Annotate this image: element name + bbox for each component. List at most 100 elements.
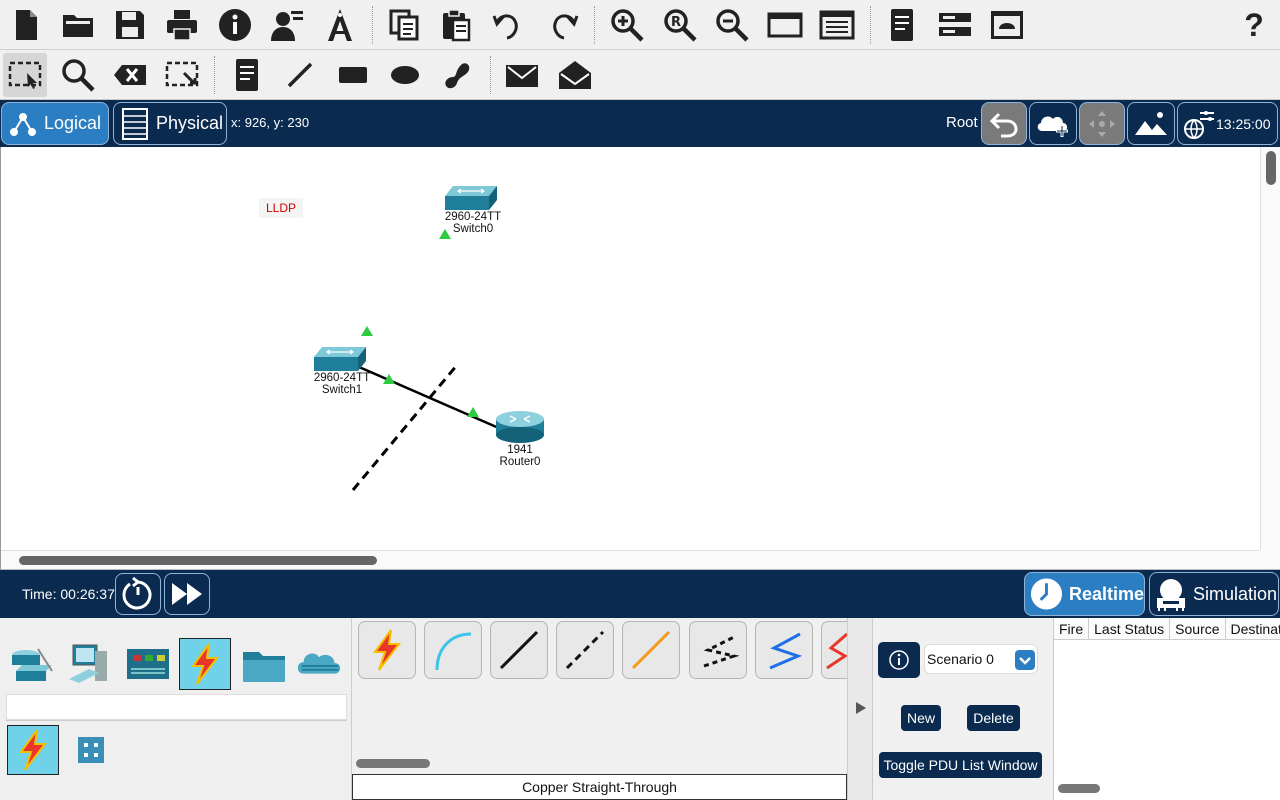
switch-icon[interactable] [445,186,497,210]
column-header-fire[interactable]: Fire [1054,618,1090,639]
back-button[interactable] [981,102,1027,145]
copper-cross-over-icon[interactable] [556,621,614,679]
help-icon[interactable]: ? [1232,3,1276,47]
multiuser-connection-icon[interactable] [294,638,346,690]
copy-icon[interactable] [382,3,426,47]
automatic-connection-icon[interactable] [358,621,416,679]
switch-icon[interactable] [314,347,366,371]
column-header-source[interactable]: Source [1170,618,1226,639]
phone-cable-icon[interactable] [689,621,747,679]
toggle-pdu-list-button[interactable]: Toggle PDU List Window [879,752,1042,778]
device-label-switch1[interactable]: 2960-24TT Switch1 [302,372,382,396]
router-icon[interactable] [496,411,544,443]
new-scenario-button[interactable]: New [901,705,941,731]
note-label[interactable]: LLDP [259,198,303,218]
place-note-icon[interactable] [225,53,269,97]
open-folder-icon[interactable] [56,3,100,47]
column-header-last-status[interactable]: Last Status [1089,618,1171,639]
scroll-thumb[interactable] [356,759,430,768]
drawing-palette-icon[interactable] [763,3,807,47]
redo-icon[interactable] [540,3,584,47]
power-cycle-icon [122,576,152,610]
power-cycle-button[interactable] [115,573,161,615]
select-icon[interactable] [3,53,47,97]
device-model: 1941 [507,444,533,456]
move-arrows-icon [1089,110,1115,137]
device-model: 2960-24TT [444,211,502,223]
bottom-panel: Copper Straight-Through Scenario 0 New D… [0,618,1280,800]
cluster-icon[interactable] [933,3,977,47]
new-file-icon[interactable] [4,3,48,47]
physical-label: Physical [156,113,224,133]
info-icon[interactable] [213,3,257,47]
link-light-green [361,326,373,336]
copper-straight-through-icon[interactable] [490,621,548,679]
vertical-scrollbar[interactable] [1260,147,1280,551]
components-icon[interactable] [122,638,174,690]
chevron-down-icon[interactable] [1015,650,1035,670]
logical-view-button[interactable]: Logical [1,102,109,145]
logical-workspace[interactable]: LLDP 2960-24TT Switch0 2960-24TT Switch1… [0,147,1280,570]
delete-scenario-button[interactable]: Delete [967,705,1020,731]
fast-forward-button[interactable] [164,573,210,615]
scroll-thumb[interactable] [1266,151,1276,185]
pdu-list-table: Fire Last Status Source Destination [1053,618,1280,800]
scroll-corner [1260,550,1280,569]
resize-icon[interactable] [160,53,204,97]
root-label: Root [946,114,978,131]
new-cluster-button[interactable] [1029,102,1077,145]
network-devices-icon[interactable] [7,638,59,690]
undo-icon[interactable] [487,3,531,47]
realtime-mode-button[interactable]: Realtime [1024,572,1145,616]
connections-icon[interactable] [179,638,231,690]
freeform-icon[interactable] [435,53,479,97]
fiber-cable-icon[interactable] [622,621,680,679]
physical-view-button[interactable]: Physical [113,102,227,145]
scenario-dropdown[interactable]: Scenario 0 [924,644,1038,674]
coaxial-cable-icon[interactable] [755,621,813,679]
scroll-thumb[interactable] [1058,784,1100,793]
miscellaneous-icon[interactable] [238,638,290,690]
zoom-reset-icon[interactable]: R [658,3,702,47]
grid-icon[interactable] [65,725,117,775]
end-devices-icon[interactable] [64,638,116,690]
add-simple-pdu-icon[interactable] [500,53,544,97]
simulation-mode-button[interactable]: Simulation [1149,572,1279,616]
realtime-label: Realtime [1068,583,1144,604]
draw-rectangle-icon[interactable] [331,53,375,97]
scenario-info-button[interactable] [878,642,920,678]
connections-subcategory-icon[interactable] [7,725,59,775]
delete-icon[interactable] [108,53,152,97]
separator [214,56,215,94]
save-icon[interactable] [108,3,152,47]
notes-icon[interactable] [880,3,924,47]
scroll-thumb[interactable] [19,556,377,565]
viewport-clock-button[interactable]: 13:25:00 [1177,102,1278,145]
device-label-router0[interactable]: 1941 Router0 [480,444,560,468]
user-profile-icon[interactable] [265,3,309,47]
print-icon[interactable] [160,3,204,47]
draw-line-icon[interactable] [278,53,322,97]
time-bar: Time: 00:26:37 Realtime Simulation [0,570,1280,618]
set-background-button[interactable] [1127,102,1175,145]
collapse-panel-toggle[interactable] [847,618,873,800]
zoom-in-icon[interactable] [605,3,649,47]
zoom-out-icon[interactable] [710,3,754,47]
horizontal-scrollbar[interactable] [1,550,1261,569]
viewport-icon[interactable] [985,3,1029,47]
device-label-switch0[interactable]: 2960-24TT Switch0 [433,211,513,235]
device-search-field[interactable] [6,694,347,720]
simulation-time: Time: 00:26:37 [22,586,115,602]
add-complex-pdu-icon[interactable] [553,53,597,97]
back-arrow-icon [989,112,1018,137]
inspect-icon[interactable] [56,53,100,97]
triangle-right-icon [856,702,866,714]
activity-wizard-icon[interactable] [318,3,362,47]
paste-icon[interactable] [434,3,478,47]
serial-cable-icon[interactable] [821,621,847,679]
draw-ellipse-icon[interactable] [383,53,427,97]
console-cable-icon[interactable] [424,621,482,679]
custom-devices-icon[interactable] [815,3,859,47]
move-object-button[interactable] [1079,102,1125,145]
column-header-destination[interactable]: Destination [1226,618,1280,639]
